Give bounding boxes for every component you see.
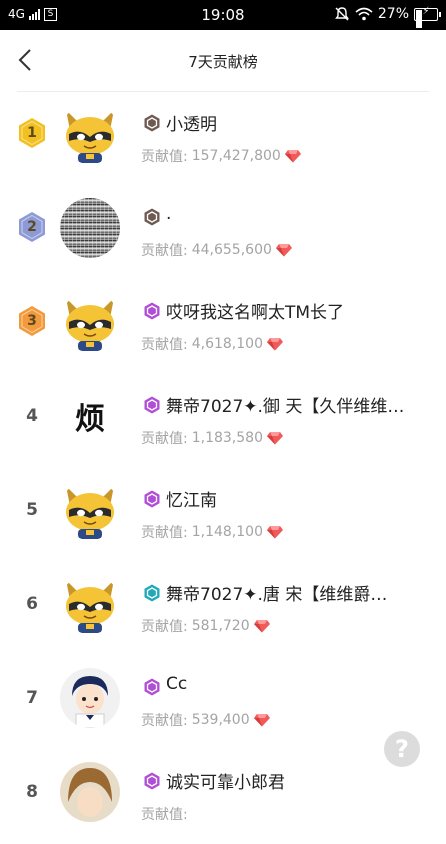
rank-number: 1 <box>27 125 37 141</box>
contribution-label: 贡献值: <box>141 337 188 353</box>
user-avatar[interactable] <box>60 668 120 728</box>
contribution-value: 539,400 <box>191 712 250 728</box>
user-avatar[interactable]: 烦 <box>60 386 120 446</box>
diamond-icon <box>266 526 283 539</box>
contribution-label: 贡献值: <box>141 431 188 447</box>
user-avatar[interactable] <box>60 574 120 634</box>
diamond-icon <box>275 244 292 257</box>
user-avatar[interactable] <box>60 480 120 540</box>
user-name: 哎呀我这名啊太TM长了 <box>166 303 345 323</box>
help-button[interactable]: ? <box>384 731 420 767</box>
user-name: 忆江南 <box>166 491 217 511</box>
contribution-line: 贡献值: 539,400 <box>141 710 270 730</box>
avatar-text: 烦 <box>60 386 120 446</box>
page-title: 7天贡献榜 <box>188 53 258 71</box>
contribution-label: 贡献值: <box>141 619 188 635</box>
contribution-label: 贡献值: <box>141 243 188 259</box>
contribution-value: 581,720 <box>191 618 250 634</box>
mute-bell-icon <box>334 7 349 21</box>
level-badge-icon <box>143 584 161 602</box>
user-name: . <box>166 204 172 224</box>
contribution-label: 贡献值: <box>141 713 188 729</box>
rank-number: 6 <box>26 594 38 614</box>
rank-medal-icon: 1 <box>17 117 47 149</box>
rank-row-1[interactable]: 1 小透明贡献值: 157,427,800 <box>0 92 446 186</box>
contribution-label: 贡献值: <box>141 149 188 165</box>
level-badge-icon <box>143 114 161 132</box>
diamond-icon <box>253 714 270 727</box>
user-name: 小透明 <box>166 115 217 135</box>
battery-percent: 27% <box>377 6 409 22</box>
contribution-label: 贡献值: <box>141 525 188 541</box>
user-name: 舞帝7027✦.唐 宋【维维爵… <box>166 585 388 605</box>
contribution-line: 贡献值: 1,148,100 <box>141 522 283 542</box>
contribution-label: 贡献值: <box>141 807 188 823</box>
user-name: Cc <box>166 674 188 694</box>
rank-row-6[interactable]: 6 舞帝7027✦.唐 宋【维维爵… 贡献值: 581,720 <box>0 562 446 656</box>
diamond-icon <box>266 432 283 445</box>
contribution-line: 贡献值: 581,720 <box>141 616 270 636</box>
level-badge-icon <box>143 302 161 320</box>
wifi-icon <box>355 7 373 21</box>
rank-medal-icon: 3 <box>17 305 47 337</box>
user-avatar[interactable] <box>60 292 120 352</box>
contribution-value: 44,655,600 <box>191 242 272 258</box>
rank-row-8[interactable]: 8 诚实可靠小郎君贡献值: <box>0 750 446 844</box>
user-avatar[interactable] <box>60 104 120 164</box>
level-badge-icon <box>143 678 161 696</box>
contribution-value: 1,148,100 <box>191 524 263 540</box>
contribution-line: 贡献值: 157,427,800 <box>141 146 301 166</box>
rank-row-7[interactable]: 7 Cc 贡献值: 539,400 <box>0 656 446 750</box>
contribution-line: 贡献值: 4,618,100 <box>141 334 283 354</box>
rank-row-2[interactable]: 2. 贡献值: 44,655,600 <box>0 186 446 280</box>
contribution-line: 贡献值: 44,655,600 <box>141 240 292 260</box>
level-badge-icon <box>143 490 161 508</box>
rank-row-5[interactable]: 5 忆江南贡献值: 1,148,100 <box>0 468 446 562</box>
rank-number: 8 <box>26 782 38 802</box>
rank-number: 3 <box>27 313 37 329</box>
diamond-icon <box>284 150 301 163</box>
user-avatar[interactable] <box>60 198 120 258</box>
level-badge-icon <box>143 396 161 414</box>
contribution-value: 4,618,100 <box>191 336 263 352</box>
contribution-line: 贡献值: <box>141 804 188 824</box>
rank-number: 4 <box>26 406 38 426</box>
user-name: 舞帝7027✦.御 天【久伴维维… <box>166 397 405 417</box>
level-badge-icon <box>143 208 161 226</box>
nav-bar: 7天贡献榜 <box>0 30 446 91</box>
diamond-icon <box>253 620 270 633</box>
contribution-line: 贡献值: 1,183,580 <box>141 428 283 448</box>
rank-number: 2 <box>27 219 37 235</box>
user-name: 诚实可靠小郎君 <box>166 773 285 793</box>
rank-medal-icon: 2 <box>17 211 47 243</box>
battery-icon: ⚡ <box>414 6 441 28</box>
diamond-icon <box>266 338 283 351</box>
user-avatar[interactable] <box>60 762 120 822</box>
rank-row-3[interactable]: 3 哎呀我这名啊太TM长了贡献值: 4,618,100 <box>0 280 446 374</box>
rank-row-4[interactable]: 4 烦 舞帝7027✦.御 天【久伴维维… 贡献值: 1,183,580 <box>0 374 446 468</box>
level-badge-icon <box>143 772 161 790</box>
status-bar: 4G S 19:08 27% ⚡ <box>0 0 446 30</box>
rank-number: 5 <box>26 500 38 520</box>
contribution-value: 157,427,800 <box>191 148 281 164</box>
contribution-value: 1,183,580 <box>191 430 263 446</box>
rank-number: 7 <box>26 688 38 708</box>
status-right: 27% ⚡ <box>334 6 441 28</box>
